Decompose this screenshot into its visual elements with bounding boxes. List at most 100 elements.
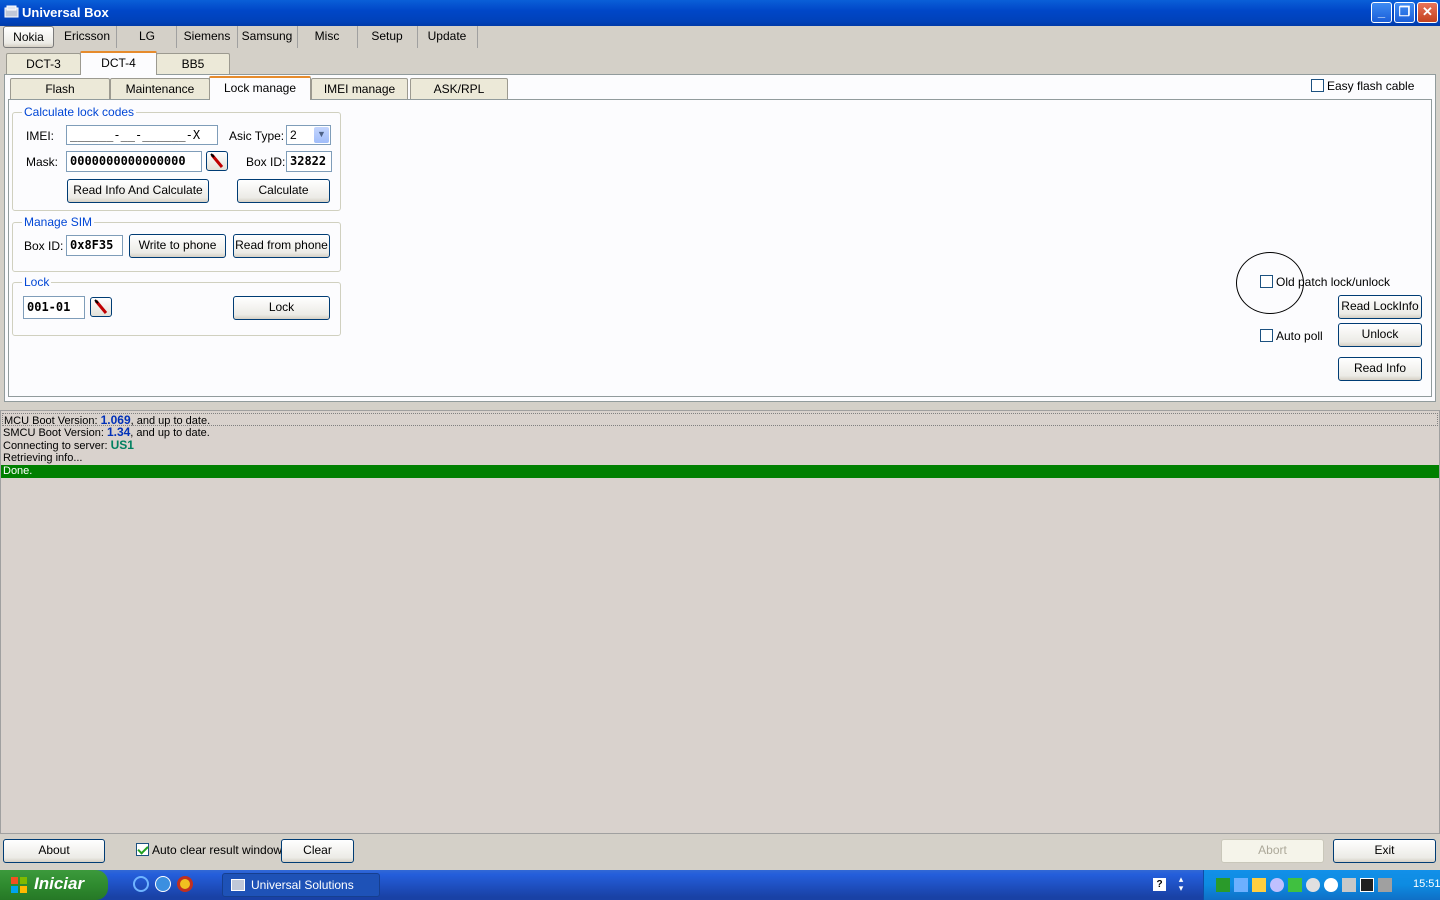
tab-samsung[interactable]: Samsung	[238, 29, 296, 43]
tab-flash[interactable]: Flash	[10, 78, 110, 100]
log-line-done: Done.	[1, 465, 1439, 478]
group-title: Manage SIM	[22, 215, 95, 229]
group-title: Lock	[22, 275, 52, 289]
tray-app-icon[interactable]	[1360, 878, 1374, 892]
tab-bb5[interactable]: BB5	[156, 53, 230, 75]
read-from-phone-button[interactable]: Read from phone	[233, 234, 330, 258]
tab-ericsson[interactable]: Ericsson	[58, 29, 116, 43]
abort-button[interactable]: Abort	[1221, 839, 1324, 863]
log-line: MCU Boot Version: 1.069, and up to date.	[2, 413, 1438, 427]
app-icon	[4, 5, 19, 18]
edit-mask-button[interactable]	[206, 151, 228, 171]
clock[interactable]: 15:51	[1413, 878, 1440, 890]
tab-misc[interactable]: Misc	[298, 29, 356, 43]
language-toggle-icon[interactable]: ▴ ▾	[1176, 875, 1186, 895]
easy-flash-cable-checkbox[interactable]	[1311, 79, 1324, 92]
imei-label: IMEI:	[26, 129, 55, 143]
window-title: Universal Box	[22, 5, 109, 20]
start-button[interactable]: Iniciar	[0, 870, 108, 900]
browser-icon[interactable]	[133, 876, 149, 892]
tab-dct3[interactable]: DCT-3	[6, 53, 81, 75]
auto-poll-label: Auto poll	[1276, 329, 1323, 343]
tab-lg[interactable]: LG	[118, 29, 176, 43]
brand-tab-strip: Nokia Ericsson LG Siemens Samsung Misc S…	[0, 26, 1440, 50]
imei-input[interactable]: ______-__-______-X	[66, 125, 218, 145]
close-icon[interactable]: ✕	[1417, 2, 1438, 23]
tray-app-icon[interactable]	[1378, 878, 1392, 892]
auto-clear-label: Auto clear result window	[152, 843, 283, 857]
tab-maintenance[interactable]: Maintenance	[110, 78, 210, 100]
tray-app-icon[interactable]	[1306, 878, 1320, 892]
box-id-label: Box ID:	[246, 155, 286, 169]
tab-dct4[interactable]: DCT-4	[80, 51, 157, 75]
tab-ask-rpl-manage[interactable]: ASK/RPL manage	[410, 78, 508, 116]
calculate-button[interactable]: Calculate	[237, 179, 330, 203]
windows-logo-icon	[11, 877, 27, 893]
tab-divider	[116, 26, 117, 48]
result-log[interactable]: MCU Boot Version: 1.069, and up to date.…	[0, 410, 1440, 834]
media-player-icon[interactable]	[177, 876, 193, 892]
sim-box-id-value: 0x8F35	[66, 235, 123, 256]
box-id-value: 32822	[286, 151, 332, 172]
clear-button[interactable]: Clear	[281, 839, 354, 863]
unlock-button[interactable]: Unlock	[1338, 323, 1422, 347]
log-server: US1	[110, 438, 134, 452]
chevron-down-icon[interactable]: ▼	[314, 127, 329, 143]
network-icon[interactable]	[1216, 878, 1230, 892]
old-patch-label: Old patch lock/unlock	[1276, 275, 1391, 289]
tray-app-icon[interactable]	[1270, 878, 1284, 892]
mask-input[interactable]: 0000000000000000	[66, 151, 202, 172]
about-button[interactable]: About	[3, 839, 105, 863]
log-text: SMCU Boot Version:	[3, 427, 107, 439]
tab-divider	[176, 26, 177, 48]
restore-icon[interactable]: ❐	[1394, 2, 1415, 23]
taskbar-item-label: Universal Solutions	[251, 878, 354, 892]
log-line: SMCU Boot Version: 1.34, and up to date.	[3, 425, 210, 440]
tray-app-icon[interactable]	[1324, 878, 1338, 892]
group-title: Calculate lock codes	[22, 105, 137, 119]
pen-icon	[94, 299, 108, 314]
system-tray: 15:51	[1203, 870, 1440, 900]
tab-lock-manage[interactable]: Lock manage	[209, 76, 311, 100]
tab-siemens[interactable]: Siemens	[178, 29, 236, 43]
edit-lock-button[interactable]	[90, 297, 112, 317]
read-info-and-calculate-button[interactable]: Read Info And Calculate	[67, 179, 209, 203]
auto-clear-checkbox[interactable]	[136, 843, 149, 856]
title-bar[interactable]: Universal Box _ ❐ ✕	[0, 0, 1440, 26]
help-icon[interactable]: ?	[1153, 878, 1166, 891]
lock-code-input[interactable]: 001-01	[23, 296, 85, 319]
tab-imei-manage[interactable]: IMEI manage	[311, 78, 408, 100]
mask-label: Mask:	[26, 155, 59, 169]
minimize-icon[interactable]: _	[1371, 2, 1392, 23]
log-text: Connecting to server:	[3, 440, 111, 452]
sim-box-id-label: Box ID:	[24, 239, 64, 253]
pen-icon	[210, 153, 224, 168]
log-line: Connecting to server: US1	[3, 438, 134, 453]
tray-app-icon[interactable]	[1252, 878, 1266, 892]
start-label: Iniciar	[34, 874, 85, 893]
asic-type-select[interactable]: 2 ▼	[286, 125, 331, 145]
easy-flash-cable-label: Easy flash cable	[1327, 79, 1415, 93]
outlook-icon[interactable]	[155, 876, 171, 892]
tab-setup[interactable]: Setup	[358, 29, 416, 43]
asic-type-value: 2	[290, 128, 297, 142]
exit-button[interactable]: Exit	[1333, 839, 1436, 863]
auto-poll-checkbox[interactable]	[1260, 329, 1273, 342]
tray-app-icon[interactable]	[1288, 878, 1302, 892]
log-version: 1.34	[106, 425, 131, 439]
app-icon	[231, 879, 245, 891]
volume-icon[interactable]	[1342, 878, 1356, 892]
taskbar: Iniciar Universal Solutions ? ▴ ▾ 15:51	[0, 870, 1440, 900]
log-line: Retrieving info...	[3, 452, 83, 464]
tab-nokia[interactable]: Nokia	[3, 26, 54, 48]
read-lockinfo-button[interactable]: Read LockInfo	[1338, 295, 1422, 319]
tab-divider	[477, 26, 478, 48]
tab-update[interactable]: Update	[418, 29, 476, 43]
read-info-button[interactable]: Read Info	[1338, 357, 1422, 381]
write-to-phone-button[interactable]: Write to phone	[129, 234, 226, 258]
display-icon[interactable]	[1234, 878, 1248, 892]
log-text: , and up to date.	[130, 427, 210, 439]
old-patch-checkbox[interactable]	[1260, 275, 1273, 288]
taskbar-item-universal-solutions[interactable]: Universal Solutions	[222, 873, 380, 897]
lock-button[interactable]: Lock	[233, 296, 330, 320]
